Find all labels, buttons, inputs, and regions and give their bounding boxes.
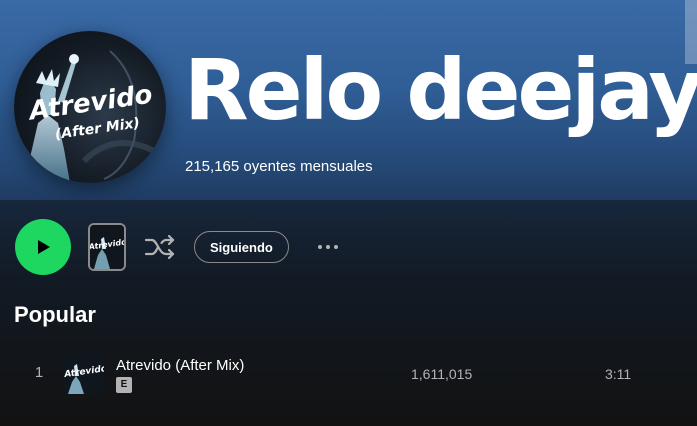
shuffle-button[interactable] xyxy=(142,230,178,264)
track-number: 1 xyxy=(34,364,44,381)
more-options-icon xyxy=(334,245,338,249)
preview-thumbnail-button[interactable]: Atrevido xyxy=(88,223,126,271)
monthly-listeners: 215,165 oyentes mensuales xyxy=(185,158,373,175)
popular-section-title: Popular xyxy=(14,302,96,327)
explicit-badge: E xyxy=(116,377,132,393)
track-play-count: 1,611,015 xyxy=(411,366,473,382)
more-options-icon xyxy=(326,245,330,249)
artist-avatar: Atrevido (After Mix) xyxy=(14,31,166,183)
track-row[interactable]: 1 Atrevido Atrevido (After Mix) E 1,611,… xyxy=(16,350,676,398)
track-cover: Atrevido xyxy=(64,354,104,394)
play-icon xyxy=(34,238,52,256)
shuffle-icon xyxy=(144,234,176,260)
play-button[interactable] xyxy=(15,219,71,275)
track-duration: 3:11 xyxy=(605,366,632,382)
follow-button[interactable]: Siguiendo xyxy=(194,231,289,263)
more-options-button[interactable] xyxy=(312,236,344,258)
track-title[interactable]: Atrevido (After Mix) xyxy=(116,357,244,374)
more-options-icon xyxy=(318,245,322,249)
artist-name: Relo deejay xyxy=(184,41,697,139)
